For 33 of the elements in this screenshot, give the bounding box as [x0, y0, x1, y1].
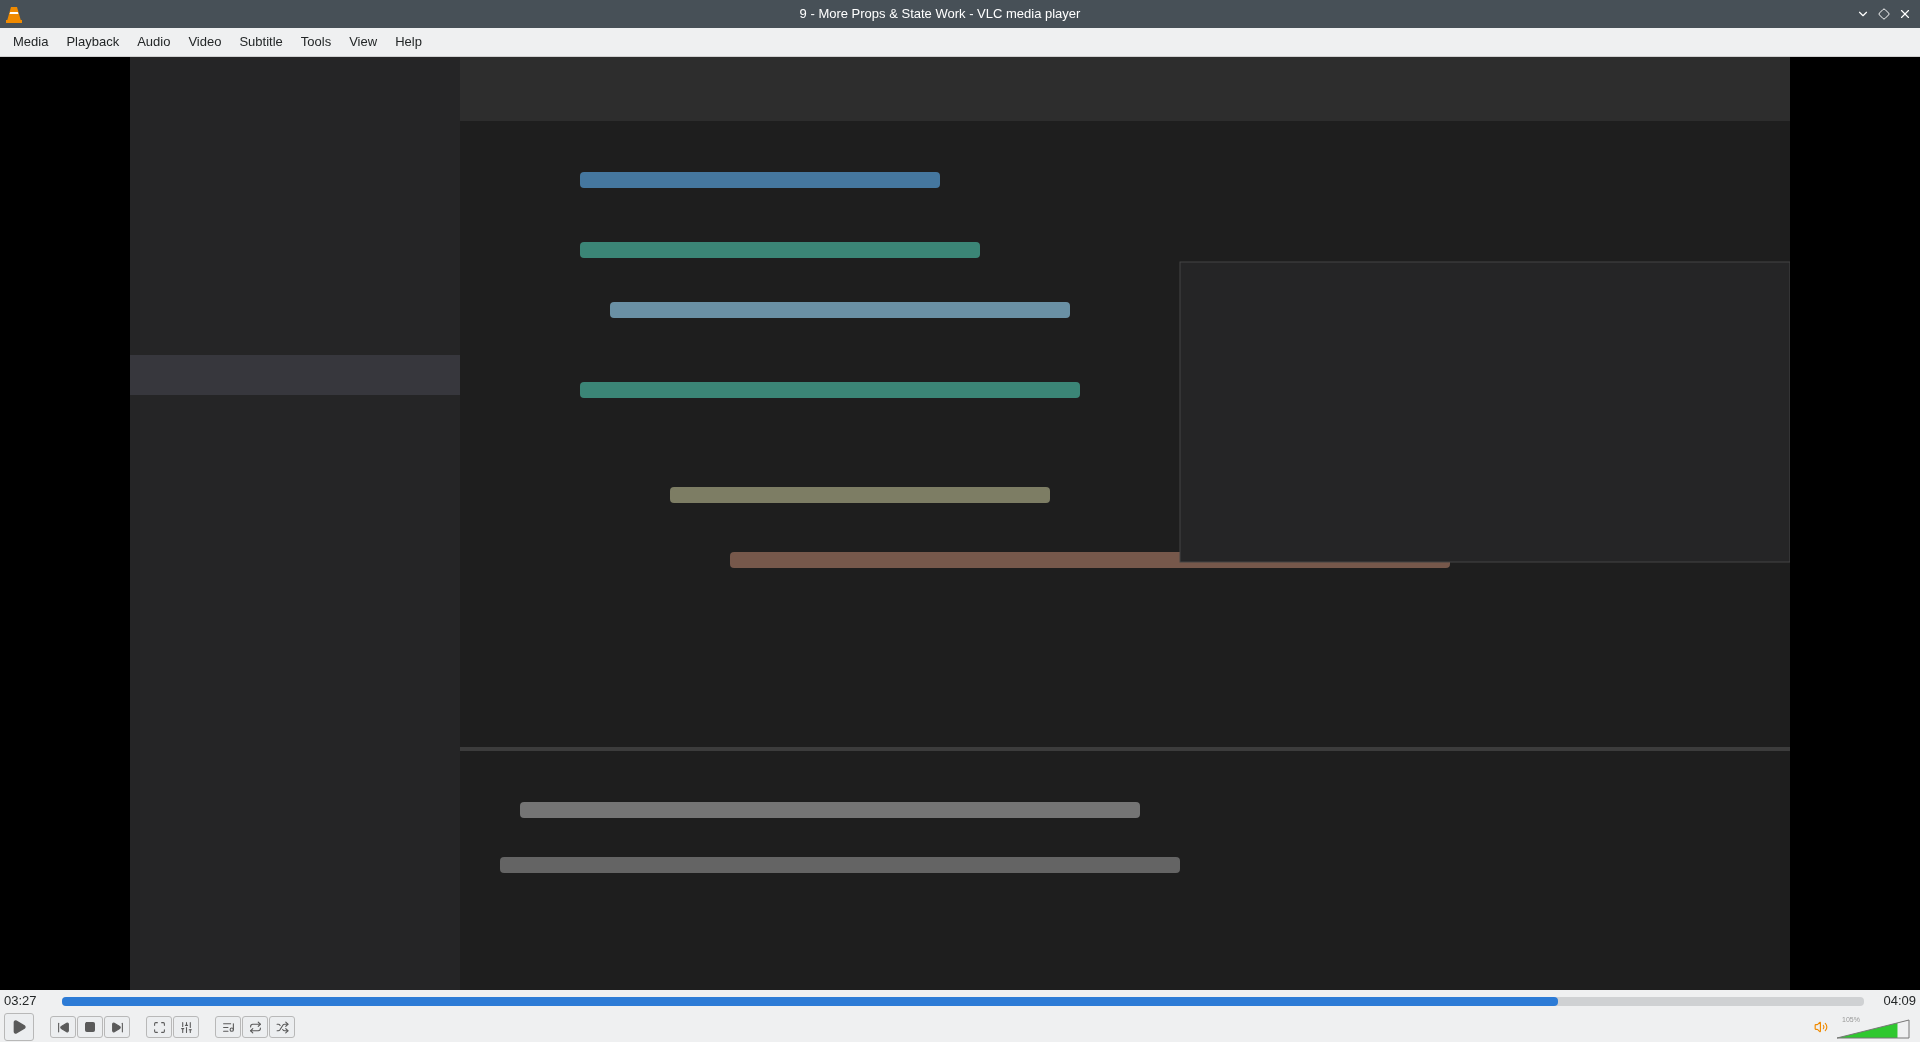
seek-bar[interactable]: [62, 996, 1864, 1006]
loop-icon: [248, 1020, 262, 1034]
menu-item[interactable]: Subtitle: [230, 32, 292, 52]
menu-item[interactable]: View: [340, 32, 387, 52]
sliders-icon: [179, 1020, 193, 1034]
play-icon: [11, 1019, 27, 1035]
menu-item[interactable]: Media: [4, 32, 58, 52]
loop-button[interactable]: [242, 1016, 268, 1038]
fullscreen-button[interactable]: [146, 1016, 172, 1038]
next-icon: [110, 1020, 124, 1034]
window-title: 9 - More Props & State Work - VLC media player: [798, 5, 1082, 24]
menu-item[interactable]: Help: [386, 32, 431, 52]
menu-item[interactable]: Playback: [57, 32, 129, 52]
next-button[interactable]: [104, 1016, 130, 1038]
total-time: 04:09: [1882, 992, 1916, 1011]
previous-button[interactable]: [50, 1016, 76, 1038]
stop-button[interactable]: [77, 1016, 103, 1038]
menu-item[interactable]: Video: [179, 32, 231, 52]
stop-icon: [84, 1021, 96, 1033]
fullscreen-icon: [152, 1020, 166, 1034]
elapsed-time: 03:27: [4, 992, 38, 1011]
shuffle-icon: [275, 1020, 289, 1034]
menu-item[interactable]: Tools: [291, 32, 341, 52]
playlist-button[interactable]: [215, 1016, 241, 1038]
previous-icon: [56, 1020, 70, 1034]
maximize-icon[interactable]: [1878, 8, 1890, 20]
equalizer-button[interactable]: [173, 1016, 199, 1038]
traffic-cone-icon: [4, 4, 24, 24]
shuffle-button[interactable]: [269, 1016, 295, 1038]
menu-item[interactable]: Audio: [128, 32, 180, 52]
play-button[interactable]: [4, 1013, 34, 1041]
playlist-icon: [221, 1020, 235, 1034]
close-icon[interactable]: [1898, 7, 1912, 21]
